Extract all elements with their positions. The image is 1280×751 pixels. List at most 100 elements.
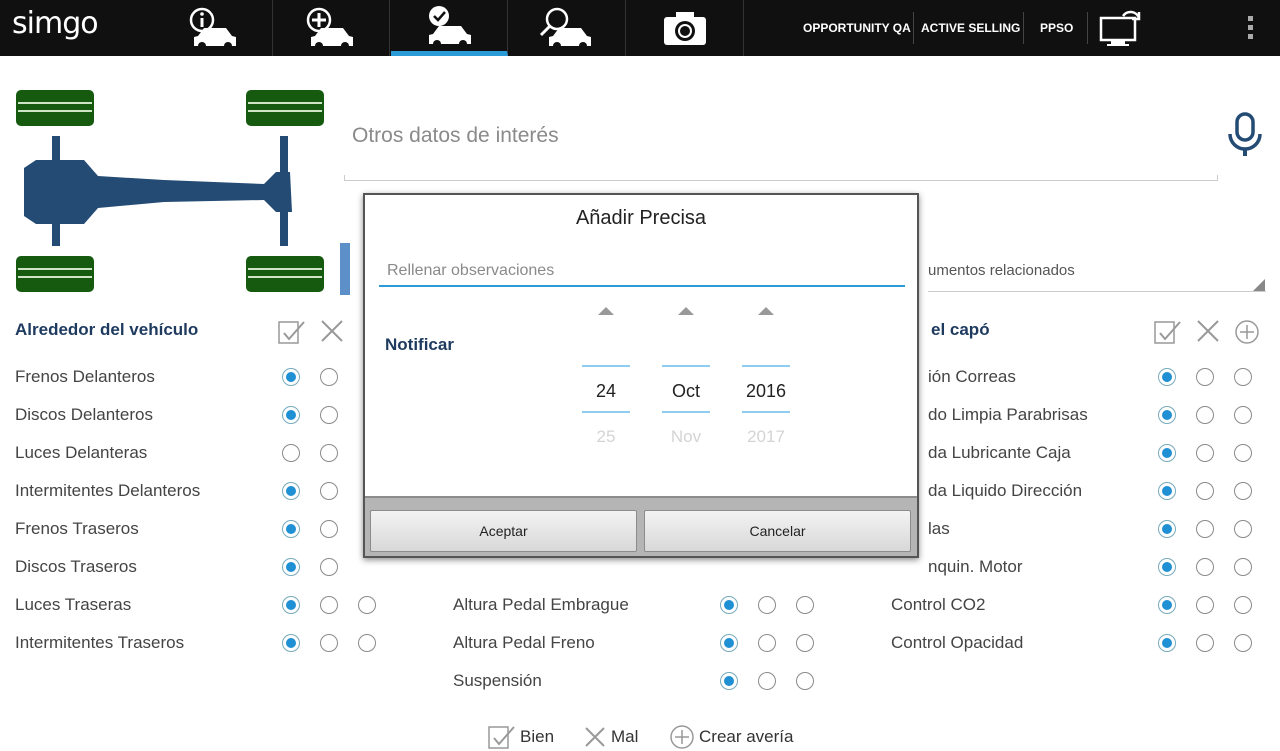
radio-bad[interactable] — [1196, 406, 1214, 424]
radio-bad[interactable] — [1196, 558, 1214, 576]
radio-good[interactable] — [1158, 482, 1176, 500]
microphone-icon[interactable] — [1226, 112, 1264, 160]
radio-good[interactable] — [282, 520, 300, 538]
vehicle-chassis-diagram — [16, 90, 324, 292]
radio-bad[interactable] — [320, 558, 338, 576]
radio-bad[interactable] — [320, 596, 338, 614]
radio-bad[interactable] — [1196, 444, 1214, 462]
radio-bad[interactable] — [1196, 368, 1214, 386]
radio-bad[interactable] — [758, 596, 776, 614]
divider — [928, 291, 1266, 292]
tab-camera[interactable] — [627, 0, 744, 56]
radio-good[interactable] — [1158, 634, 1176, 652]
section-title-left: Alrededor del vehículo — [15, 320, 199, 339]
radio-fault[interactable] — [1234, 444, 1252, 462]
mark-all-bad-icon[interactable] — [320, 319, 344, 343]
radio-bad[interactable] — [320, 444, 338, 462]
check-all-icon[interactable] — [278, 319, 306, 345]
day-picker[interactable]: 24 25 — [582, 307, 630, 447]
tyre-front-left — [16, 90, 94, 126]
app-logo[interactable]: simgo — [12, 6, 99, 41]
legend-bad-label: Mal — [611, 727, 639, 746]
radio-good[interactable] — [282, 634, 300, 652]
radio-bad[interactable] — [1196, 634, 1214, 652]
radio-fault[interactable] — [358, 596, 376, 614]
tab-search-car[interactable] — [509, 0, 626, 56]
radio-fault[interactable] — [796, 634, 814, 652]
observations-input[interactable] — [379, 257, 905, 287]
tyre-rear-left — [16, 256, 94, 292]
related-docs-label[interactable]: umentos relacionados — [928, 262, 1075, 279]
tab-check-car[interactable] — [391, 0, 508, 56]
radio-good[interactable] — [1158, 444, 1176, 462]
radio-fault[interactable] — [1234, 558, 1252, 576]
accept-button[interactable]: Aceptar — [370, 510, 637, 552]
radio-bad[interactable] — [320, 482, 338, 500]
sync-monitor-icon[interactable] — [1099, 8, 1143, 48]
overflow-menu-icon[interactable] — [1248, 16, 1254, 43]
add-car-icon — [306, 7, 353, 50]
radio-bad[interactable] — [1196, 482, 1214, 500]
notes-field[interactable] — [344, 175, 1218, 181]
legend-create-label: Crear avería — [699, 727, 794, 746]
radio-bad[interactable] — [320, 406, 338, 424]
check-all-icon[interactable] — [1154, 319, 1182, 345]
radio-fault[interactable] — [1234, 596, 1252, 614]
radio-fault[interactable] — [796, 596, 814, 614]
radio-good[interactable] — [282, 406, 300, 424]
month-picker[interactable]: Oct Nov — [662, 307, 710, 447]
radio-good[interactable] — [720, 672, 738, 690]
side-tab-handle[interactable] — [340, 243, 350, 295]
tab-info-car[interactable] — [156, 0, 273, 56]
radio-bad[interactable] — [1196, 596, 1214, 614]
radio-good[interactable] — [282, 368, 300, 386]
radio-bad[interactable] — [320, 368, 338, 386]
radio-bad[interactable] — [320, 634, 338, 652]
year-picker[interactable]: 2016 2017 — [742, 307, 790, 447]
radio-fault[interactable] — [1234, 634, 1252, 652]
radio-fault[interactable] — [796, 672, 814, 690]
add-note-dialog: Añadir Precisa Notificar 24 25 Oct Nov 2… — [363, 193, 919, 558]
radio-fault[interactable] — [1234, 482, 1252, 500]
radio-fault[interactable] — [1234, 406, 1252, 424]
checklist-item-label: ión Correas — [928, 367, 1016, 386]
link-ppso[interactable]: PPSO — [1040, 0, 1073, 56]
cancel-button[interactable]: Cancelar — [644, 510, 911, 552]
add-fault-icon[interactable] — [1234, 319, 1260, 345]
radio-good[interactable] — [282, 596, 300, 614]
radio-good[interactable] — [720, 596, 738, 614]
link-opportunity-qa[interactable]: OPPORTUNITY QA — [803, 0, 911, 56]
tab-add-car[interactable] — [273, 0, 390, 56]
checklist-item-label: Control CO2 — [891, 595, 986, 614]
day-increment-icon[interactable] — [598, 307, 614, 315]
radio-good[interactable] — [1158, 596, 1176, 614]
radio-fault[interactable] — [358, 634, 376, 652]
mark-all-bad-icon[interactable] — [1196, 319, 1220, 343]
checklist-item-label: Control Opacidad — [891, 633, 1024, 652]
radio-good[interactable] — [1158, 520, 1176, 538]
checklist-item-label: do Limpia Parabrisas — [928, 405, 1088, 424]
day-value: 24 — [595, 381, 617, 401]
radio-good[interactable] — [1158, 406, 1176, 424]
year-increment-icon[interactable] — [758, 307, 774, 315]
day-next-value[interactable]: 25 — [572, 427, 640, 447]
month-next-value[interactable]: Nov — [652, 427, 720, 447]
radio-good[interactable] — [720, 634, 738, 652]
legend-bad: Mal — [583, 724, 638, 750]
radio-good[interactable] — [1158, 368, 1176, 386]
radio-bad[interactable] — [320, 520, 338, 538]
link-active-selling[interactable]: ACTIVE SELLING — [921, 0, 1020, 56]
radio-good[interactable] — [282, 444, 300, 462]
checklist-item-label: Discos Delanteros — [15, 405, 153, 424]
radio-bad[interactable] — [1196, 520, 1214, 538]
radio-good[interactable] — [282, 558, 300, 576]
radio-fault[interactable] — [1234, 520, 1252, 538]
year-next-value[interactable]: 2017 — [732, 427, 800, 447]
radio-good[interactable] — [1158, 558, 1176, 576]
radio-bad[interactable] — [758, 634, 776, 652]
radio-fault[interactable] — [1234, 368, 1252, 386]
radio-good[interactable] — [282, 482, 300, 500]
radio-bad[interactable] — [758, 672, 776, 690]
month-increment-icon[interactable] — [678, 307, 694, 315]
checklist-item-label: Intermitentes Traseros — [15, 633, 185, 652]
